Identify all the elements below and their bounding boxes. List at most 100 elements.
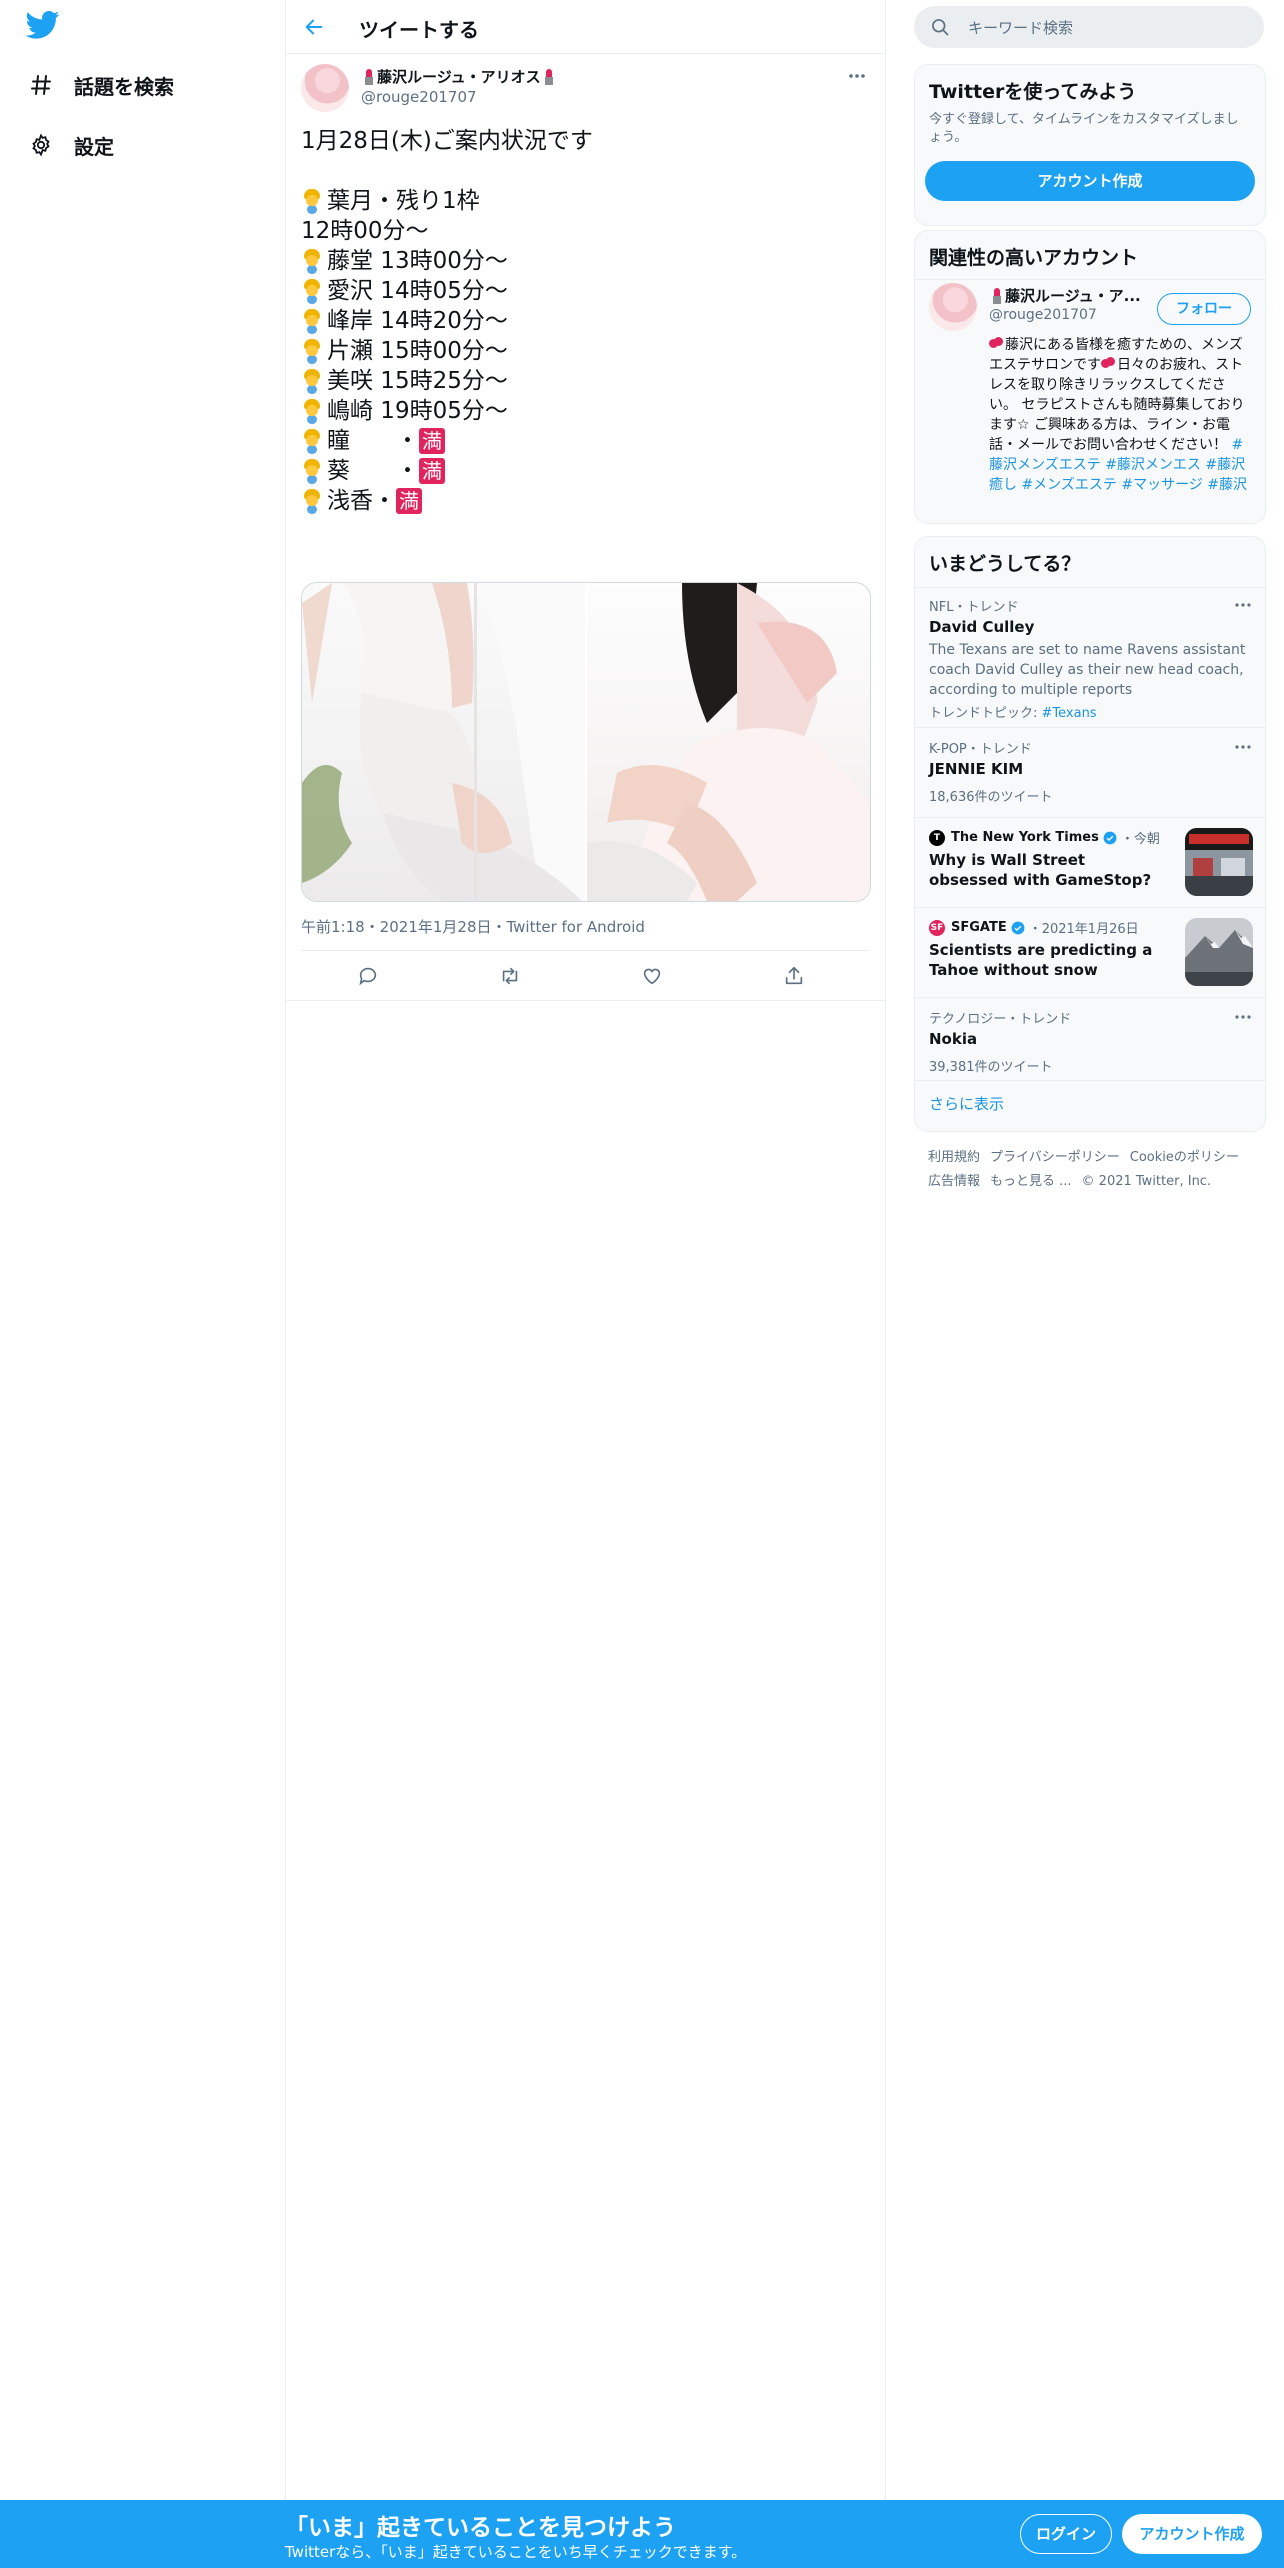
page-header: ツイートする — [285, 0, 885, 54]
tweet-timestamp[interactable]: 午前1:18・2021年1月28日・Twitter for Android — [301, 916, 645, 937]
full-badge: 満 — [419, 458, 445, 484]
verified-badge-icon — [1103, 831, 1117, 844]
divider — [285, 1000, 885, 1001]
avatar[interactable] — [301, 64, 349, 112]
news-headline: Scientists are predicting a Tahoe withou… — [929, 941, 1153, 979]
related-account-name[interactable]: 藤沢ルージュ・ア... — [989, 285, 1149, 306]
retweet-icon[interactable] — [497, 963, 523, 989]
show-more-link[interactable]: さらに表示 — [929, 1093, 1004, 1114]
page-title: ツイートする — [359, 18, 479, 42]
create-account-button[interactable]: アカウント作成 — [925, 161, 1255, 201]
trends-card: いまどうしてる？ NFL・トレンド David Culley The Texan… — [914, 536, 1266, 1132]
tweet-photo[interactable] — [587, 583, 870, 901]
tweet-line-text: 愛沢 14時05分～ — [327, 278, 508, 304]
more-options-icon[interactable] — [1233, 598, 1253, 612]
full-badge: 満 — [419, 428, 445, 454]
tweet-line: 浅香・満 — [301, 486, 871, 516]
trend-name: JENNIE KIM — [929, 760, 1024, 778]
footer-link-cookies[interactable]: Cookieのポリシー — [1130, 1150, 1239, 1165]
reply-icon[interactable] — [355, 963, 381, 989]
related-accounts-card: 関連性の高いアカウント 藤沢ルージュ・ア... @rouge201707 フォロ… — [914, 230, 1266, 524]
full-badge: 満 — [396, 488, 422, 514]
hashtag-link[interactable]: #藤沢 — [1207, 477, 1247, 493]
footer-link-more[interactable]: もっと見る ... — [990, 1174, 1072, 1189]
login-button[interactable]: ログイン — [1020, 2514, 1112, 2554]
tweet-line: 瞳 ・満 — [301, 426, 871, 456]
follow-button[interactable]: フォロー — [1157, 293, 1251, 325]
avatar[interactable] — [929, 283, 977, 331]
related-account-handle[interactable]: @rouge201707 — [989, 307, 1097, 323]
person-emoji-icon — [301, 459, 323, 483]
tweet-text: 1月28日(木)ご案内状況です 葉月・残り1枠 12時00分～ 藤堂 13時00… — [301, 126, 871, 516]
tweet-line-text: 美咲 15時25分～ — [327, 368, 508, 394]
more-options-icon[interactable] — [1233, 1010, 1253, 1024]
nyt-logo-icon: T — [929, 829, 945, 846]
footer-link-terms[interactable]: 利用規約 — [928, 1150, 980, 1165]
news-item[interactable]: T The New York Times ・今朝 Why is Wall Str… — [915, 817, 1265, 908]
share-icon[interactable] — [781, 963, 807, 989]
trend-topic: トレンドトピック: #Texans — [929, 702, 1097, 721]
lipstick-icon — [363, 68, 375, 85]
main-column: ツイートする 藤沢ルージュ・アリオス @rouge201707 1月28日(木)… — [285, 0, 886, 2500]
lipstick-icon — [991, 287, 1003, 304]
trend-description: The Texans are set to name Ravens assist… — [929, 642, 1246, 698]
trend-meta: NFL・トレンド — [929, 600, 1019, 615]
tweet-author-handle[interactable]: @rouge201707 — [361, 88, 477, 106]
banner-title: 「いま」起きていることを見つけよう — [285, 2515, 676, 2541]
footer-copyright: © 2021 Twitter, Inc. — [1081, 1174, 1212, 1189]
trends-title: いまどうしてる？ — [929, 553, 1081, 575]
more-options-icon[interactable] — [845, 66, 869, 86]
search-input[interactable] — [966, 6, 1260, 50]
nav-settings[interactable]: 設定 — [26, 123, 114, 167]
two-hearts-icon — [989, 337, 1003, 349]
person-emoji-icon — [301, 489, 323, 513]
tweet-photo[interactable] — [302, 583, 585, 901]
tweet-line-text: 葵 ・ — [327, 458, 419, 484]
tweet-actions — [301, 951, 869, 1001]
person-emoji-icon — [301, 339, 323, 363]
trend-item[interactable]: NFL・トレンド David Culley The Texans are set… — [915, 587, 1265, 721]
hashtag-icon — [26, 70, 56, 100]
more-options-icon[interactable] — [1233, 740, 1253, 754]
trend-meta: K-POP・トレンド — [929, 742, 1032, 757]
two-hearts-icon — [1101, 357, 1115, 369]
news-item[interactable]: SF SFGATE ・2021年1月26日 Scientists are pre… — [915, 907, 1265, 998]
gear-icon — [26, 130, 56, 160]
hashtag-link[interactable]: #藤沢メンエス — [1105, 457, 1201, 473]
footer: 利用規約 プライバシーポリシー Cookieのポリシー 広告情報 もっと見る ... ©… — [928, 1146, 1258, 1194]
signup-card-title: Twitterを使ってみよう — [929, 81, 1137, 103]
tweet-author-name[interactable]: 藤沢ルージュ・アリオス — [361, 66, 557, 87]
nav-settings-label: 設定 — [74, 134, 114, 159]
trend-topic-prefix: トレンドトピック: — [929, 706, 1042, 721]
tweet-line: 峰岸 14時20分～ — [301, 306, 871, 336]
signup-button[interactable]: アカウント作成 — [1122, 2514, 1262, 2554]
footer-link-ads[interactable]: 広告情報 — [928, 1174, 980, 1189]
hashtag-link[interactable]: #マッサージ — [1121, 477, 1202, 493]
news-time: ・2021年1月26日 — [1028, 922, 1139, 937]
signup-banner: 「いま」起きていることを見つけよう Twitterなら、「いま」起きていることを… — [0, 2500, 1284, 2568]
back-arrow-icon[interactable] — [299, 12, 329, 42]
sfgate-logo-icon: SF — [929, 919, 945, 936]
tweet-line-text: 峰岸 14時20分～ — [327, 308, 508, 334]
verified-badge-icon — [1011, 921, 1025, 934]
person-emoji-icon — [301, 369, 323, 393]
news-time: ・今朝 — [1120, 832, 1160, 847]
news-headline: Why is Wall Street obsessed with GameSto… — [929, 851, 1152, 889]
person-emoji-icon — [301, 249, 323, 273]
nav-explore[interactable]: 話題を検索 — [26, 63, 174, 107]
trend-item[interactable]: テクノロジー・トレンド Nokia 39,381件のツイート — [915, 997, 1265, 1088]
trend-item[interactable]: K-POP・トレンド JENNIE KIM 18,636件のツイート — [915, 727, 1265, 818]
twitter-logo-icon[interactable] — [26, 10, 66, 50]
news-source: SF SFGATE ・2021年1月26日 — [929, 918, 1139, 937]
person-emoji-icon — [301, 189, 323, 213]
tweet-line-text: 藤堂 13時00分～ — [327, 248, 508, 274]
tweet-line-text: 12時00分～ — [301, 218, 429, 244]
search-icon — [930, 17, 950, 37]
nav-explore-label: 話題を検索 — [74, 74, 174, 99]
hashtag-link[interactable]: #Texans — [1042, 706, 1097, 721]
signup-card: Twitterを使ってみよう 今すぐ登録して、タイムラインをカスタマイズしましょ… — [914, 64, 1266, 226]
hashtag-link[interactable]: #メンズエステ — [1021, 477, 1116, 493]
footer-link-privacy[interactable]: プライバシーポリシー — [990, 1150, 1120, 1165]
like-heart-icon[interactable] — [639, 963, 665, 989]
search-box — [914, 6, 1264, 50]
